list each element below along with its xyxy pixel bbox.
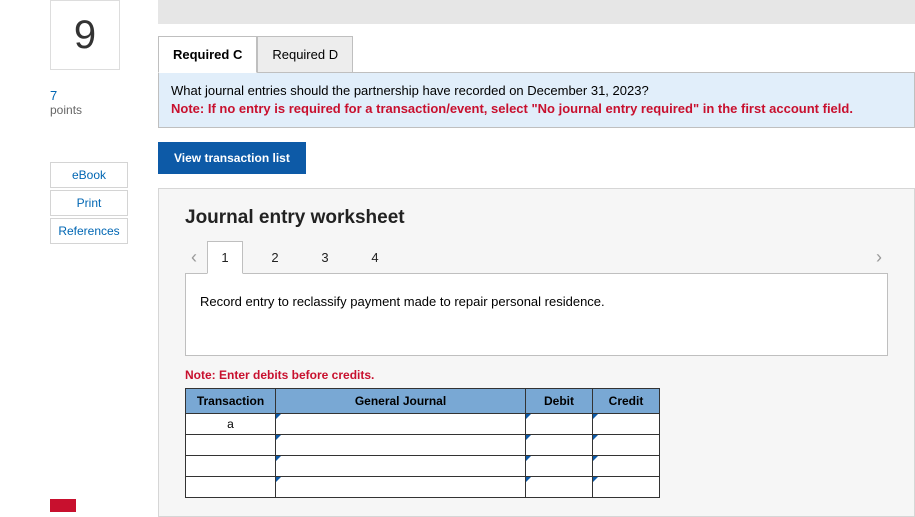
cell-transaction: a [186, 414, 276, 435]
ebook-link[interactable]: eBook [50, 162, 128, 188]
cell-debit[interactable] [526, 456, 593, 477]
journal-entry-worksheet: Journal entry worksheet ‹ 1 2 3 4 › Reco… [158, 188, 915, 517]
header-credit: Credit [593, 389, 660, 414]
journal-table: Transaction General Journal Debit Credit… [185, 388, 660, 498]
entry-description: Record entry to reclassify payment made … [185, 273, 888, 356]
cell-debit[interactable] [526, 477, 593, 498]
tab-required-d[interactable]: Required D [257, 36, 353, 73]
print-link[interactable]: Print [50, 190, 128, 216]
page-3[interactable]: 3 [307, 242, 343, 273]
cell-credit[interactable] [593, 435, 660, 456]
cell-transaction [186, 477, 276, 498]
table-row [186, 456, 660, 477]
header-transaction: Transaction [186, 389, 276, 414]
points-label: points [50, 103, 140, 117]
cell-transaction [186, 456, 276, 477]
table-row [186, 435, 660, 456]
tab-required-c[interactable]: Required C [158, 36, 257, 73]
publisher-logo [50, 499, 76, 512]
page-2[interactable]: 2 [257, 242, 293, 273]
cell-account[interactable] [276, 456, 526, 477]
debit-credit-note: Note: Enter debits before credits. [185, 368, 888, 382]
points-value: 7 [50, 88, 140, 103]
instruction-note: Note: If no entry is required for a tran… [171, 101, 853, 116]
chevron-left-icon[interactable]: ‹ [185, 247, 203, 268]
cell-debit[interactable] [526, 435, 593, 456]
cell-debit[interactable] [526, 414, 593, 435]
cell-credit[interactable] [593, 414, 660, 435]
header-debit: Debit [526, 389, 593, 414]
cell-account[interactable] [276, 477, 526, 498]
cell-credit[interactable] [593, 456, 660, 477]
page-1[interactable]: 1 [207, 241, 243, 274]
cell-credit[interactable] [593, 477, 660, 498]
instruction-panel: What journal entries should the partners… [158, 72, 915, 128]
view-transaction-list-button[interactable]: View transaction list [158, 142, 306, 174]
instruction-question: What journal entries should the partners… [171, 83, 649, 98]
requirement-tabs: Required C Required D [158, 36, 915, 72]
table-row: a [186, 414, 660, 435]
question-number: 9 [50, 0, 120, 70]
cell-account[interactable] [276, 435, 526, 456]
worksheet-pager: ‹ 1 2 3 4 › [185, 241, 888, 274]
chevron-right-icon[interactable]: › [870, 247, 888, 268]
progress-bar [158, 0, 915, 24]
cell-account[interactable] [276, 414, 526, 435]
worksheet-title: Journal entry worksheet [185, 207, 888, 229]
header-general-journal: General Journal [276, 389, 526, 414]
table-row [186, 477, 660, 498]
cell-transaction [186, 435, 276, 456]
page-4[interactable]: 4 [357, 242, 393, 273]
references-link[interactable]: References [50, 218, 128, 244]
